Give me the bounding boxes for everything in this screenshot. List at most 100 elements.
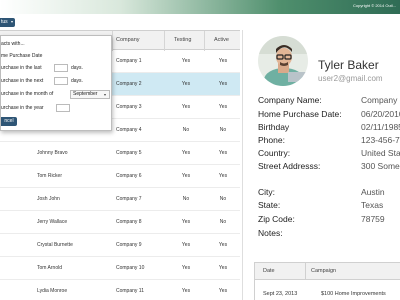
- last-days-suffix: days.: [71, 65, 83, 71]
- row-company: Company 5: [116, 150, 142, 156]
- row-active: Yes: [218, 81, 228, 87]
- month-select-value: September: [73, 91, 98, 97]
- year-input[interactable]: [56, 104, 70, 112]
- row-active: No: [219, 219, 227, 225]
- row-active: Yes: [218, 173, 228, 179]
- campaign-table-header: Date Campaign: [255, 263, 400, 280]
- row-name: Lydia Monroe: [37, 288, 68, 294]
- row-active: Yes: [218, 150, 228, 156]
- field-label: Phone:: [258, 135, 285, 145]
- campaign-table: Date Campaign Sept 23, 2013 $100 Home Im…: [254, 262, 400, 300]
- field-label: Birthday: [258, 122, 290, 132]
- table-row[interactable]: Josh John Company 7 No No: [0, 188, 240, 211]
- row-active: Yes: [218, 104, 228, 110]
- field-label: State:: [258, 200, 281, 210]
- field-value: 300 Some Ave: [361, 161, 400, 171]
- filter-option-next-days[interactable]: urchase in the next: [1, 78, 43, 84]
- filter-popup: acts with... me Purchase Date urchase in…: [0, 35, 112, 131]
- row-name: Tom Arnold: [37, 265, 63, 271]
- column-header-testing[interactable]: Testing: [174, 37, 191, 43]
- row-company: Company 7: [116, 196, 142, 202]
- column-divider: [164, 31, 165, 51]
- row-company: Company 8: [116, 219, 142, 225]
- field-label: Street Addresss:: [258, 161, 321, 171]
- last-days-input[interactable]: [54, 64, 68, 72]
- table-row[interactable]: Crystal Burnette Company 9 Yes Yes: [0, 234, 240, 257]
- profile-photo: [258, 36, 308, 86]
- row-name: Crystal Burnette: [37, 242, 73, 248]
- row-company: Company 4: [116, 127, 142, 133]
- row-name: Jerry Wallace: [37, 219, 68, 225]
- field-value: 123-456-78: [361, 135, 400, 145]
- table-row[interactable]: Tom Arnold Company 10 Yes Yes: [0, 257, 240, 280]
- next-days-suffix: days.: [71, 78, 83, 84]
- field-value: 02/11/1985: [361, 122, 400, 132]
- field-label: Notes:: [258, 228, 283, 238]
- column-header-active[interactable]: Active: [214, 37, 229, 43]
- column-header-company[interactable]: Company: [116, 37, 140, 43]
- filter-popup-title: acts with...: [1, 41, 25, 47]
- row-active: No: [219, 127, 227, 133]
- table-row[interactable]: Johnny Bravo Company 5 Yes Yes: [0, 142, 240, 165]
- top-bar: Copyright © 2014 Outl...: [0, 0, 400, 14]
- row-testing: Yes: [181, 58, 191, 64]
- status-dropdown-button[interactable]: tus: [0, 18, 15, 27]
- filter-option-month[interactable]: urchase in the month of: [1, 91, 53, 97]
- table-row[interactable]: Jerry Wallace Company 8 Yes No: [0, 211, 240, 234]
- column-divider: [305, 263, 306, 280]
- row-testing: No: [182, 127, 190, 133]
- row-testing: Yes: [181, 173, 191, 179]
- field-value: Texas: [361, 200, 384, 210]
- row-name: Tom Ricker: [37, 173, 63, 179]
- row-testing: Yes: [181, 104, 191, 110]
- row-testing: Yes: [181, 288, 191, 294]
- chevron-down-icon: [104, 94, 106, 96]
- row-testing: Yes: [181, 150, 191, 156]
- row-company: Company 6: [116, 173, 142, 179]
- field-value: United States: [361, 148, 400, 158]
- row-active: No: [219, 196, 227, 202]
- panel-divider: [242, 30, 243, 300]
- campaign-name[interactable]: $100 Home Improvements: [321, 291, 386, 297]
- next-days-input[interactable]: [54, 77, 68, 85]
- row-testing: No: [182, 196, 190, 202]
- row-company: Company 9: [116, 242, 142, 248]
- filter-option-purchase-date[interactable]: me Purchase Date: [1, 53, 42, 59]
- field-label: Company Name:: [258, 95, 322, 105]
- row-active: Yes: [218, 265, 228, 271]
- field-label: Country:: [258, 148, 291, 158]
- row-company: Company 11: [116, 288, 144, 294]
- filter-option-year[interactable]: urchase in the year: [1, 105, 44, 111]
- field-value: 06/20/2010: [361, 109, 400, 119]
- field-value: Austin: [361, 187, 385, 197]
- month-select[interactable]: September: [70, 90, 110, 99]
- row-company: Company 1: [116, 58, 142, 64]
- field-label: Home Purchase Date:: [258, 109, 342, 119]
- column-header-campaign[interactable]: Campaign: [311, 268, 336, 274]
- field-value: Company 2: [361, 95, 400, 105]
- profile-name: Tyler Baker: [318, 58, 379, 72]
- table-row[interactable]: Tom Ricker Company 6 Yes Yes: [0, 165, 240, 188]
- column-divider: [112, 31, 113, 51]
- row-testing: Yes: [181, 242, 191, 248]
- field-value: 78759: [361, 214, 385, 224]
- avatar: [258, 36, 308, 86]
- column-header-date[interactable]: Date: [263, 268, 275, 274]
- row-testing: Yes: [181, 81, 191, 87]
- field-label: City:: [258, 187, 275, 197]
- row-active: Yes: [218, 242, 228, 248]
- row-name: Josh John: [37, 196, 60, 202]
- campaign-date: Sept 23, 2013: [263, 291, 298, 297]
- table-row[interactable]: Lydia Monroe Company 11 Yes Yes: [0, 280, 240, 300]
- row-company: Company 3: [116, 104, 142, 110]
- cancel-button[interactable]: ncel: [1, 117, 17, 126]
- row-company: Company 2: [116, 81, 142, 87]
- row-testing: Yes: [181, 265, 191, 271]
- row-active: Yes: [218, 58, 228, 64]
- column-divider: [204, 31, 205, 51]
- row-active: Yes: [218, 288, 228, 294]
- row-testing: Yes: [181, 219, 191, 225]
- chevron-down-icon: [11, 21, 13, 23]
- filter-option-last-days[interactable]: urchase in the last: [1, 65, 42, 71]
- profile-email[interactable]: user2@gmail.com: [318, 74, 383, 83]
